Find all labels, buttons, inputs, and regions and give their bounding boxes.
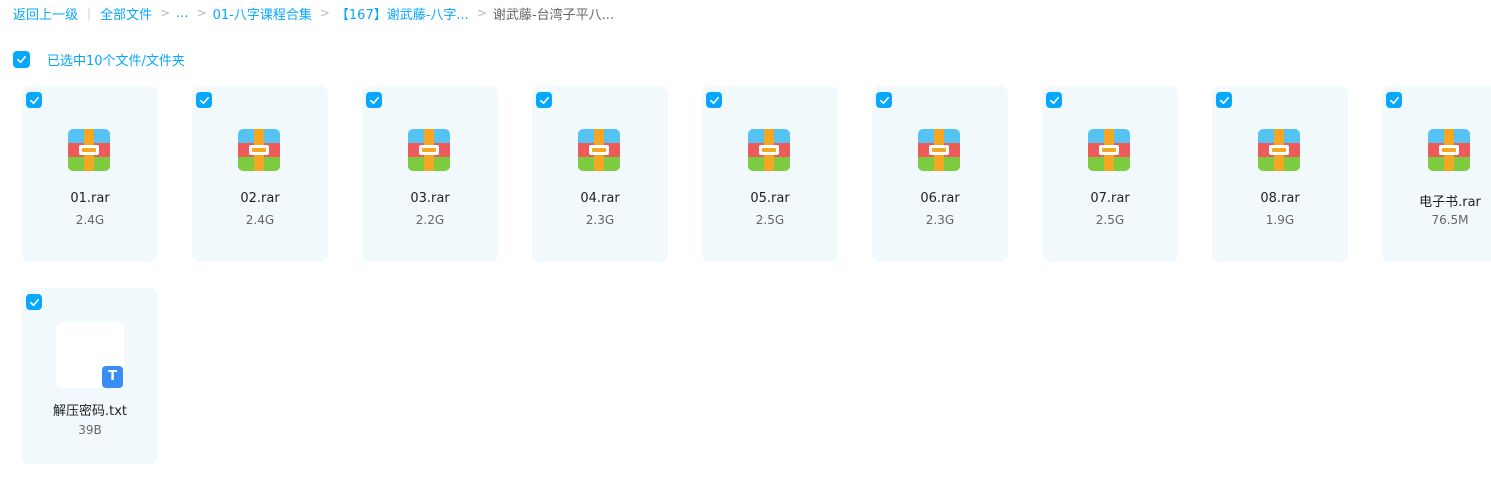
file-card[interactable]: 电子书.rar 76.5M bbox=[1382, 86, 1491, 262]
breadcrumb-level1[interactable]: 01-八字课程合集 bbox=[213, 4, 312, 23]
check-icon bbox=[1219, 96, 1229, 104]
selection-label: 已选中10个文件/文件夹 bbox=[47, 53, 185, 69]
rar-archive-icon bbox=[748, 129, 790, 171]
file-name: 解压密码.txt bbox=[52, 404, 128, 419]
txt-file-icon: T bbox=[56, 322, 124, 390]
file-card[interactable]: 05.rar 2.5G bbox=[702, 86, 838, 262]
file-checkbox[interactable] bbox=[26, 92, 42, 108]
back-link[interactable]: 返回上一级 bbox=[13, 4, 78, 23]
check-icon bbox=[29, 96, 39, 104]
file-name: 05.rar bbox=[750, 191, 790, 206]
rar-archive-icon bbox=[918, 129, 960, 171]
file-name: 02.rar bbox=[240, 191, 280, 206]
rar-archive-icon bbox=[1088, 129, 1130, 171]
check-icon bbox=[709, 96, 719, 104]
file-checkbox[interactable] bbox=[1386, 92, 1402, 108]
check-icon bbox=[17, 55, 26, 63]
select-all-checkbox[interactable] bbox=[13, 50, 30, 68]
file-card[interactable]: 08.rar 1.9G bbox=[1212, 86, 1348, 262]
file-size: 2.3G bbox=[585, 213, 615, 227]
file-size: 2.2G bbox=[415, 213, 445, 227]
file-size: 2.3G bbox=[925, 213, 955, 227]
file-size: 76.5M bbox=[1431, 213, 1469, 227]
file-size: 2.5G bbox=[755, 213, 785, 227]
file-name: 04.rar bbox=[580, 191, 620, 206]
file-checkbox[interactable] bbox=[536, 92, 552, 108]
breadcrumb-divider: | bbox=[87, 6, 92, 20]
txt-badge: T bbox=[102, 366, 123, 388]
check-icon bbox=[369, 96, 379, 104]
rar-archive-icon bbox=[408, 129, 450, 171]
check-icon bbox=[1389, 96, 1399, 104]
file-checkbox[interactable] bbox=[1046, 92, 1062, 108]
chevron-right-icon: > bbox=[319, 6, 330, 20]
file-size: 39B bbox=[78, 423, 102, 437]
file-checkbox[interactable] bbox=[1216, 92, 1232, 108]
rar-archive-icon bbox=[238, 129, 280, 171]
file-name: 03.rar bbox=[410, 191, 450, 206]
file-size: 2.4G bbox=[75, 213, 105, 227]
file-card[interactable]: 03.rar 2.2G bbox=[362, 86, 498, 262]
rar-archive-icon bbox=[68, 129, 110, 171]
rar-archive-icon bbox=[1258, 129, 1300, 171]
breadcrumb-level2[interactable]: 【167】谢武藤-八字... bbox=[336, 4, 469, 23]
check-icon bbox=[1049, 96, 1059, 104]
file-card[interactable]: 07.rar 2.5G bbox=[1042, 86, 1178, 262]
file-size: 2.5G bbox=[1095, 213, 1125, 227]
file-name: 07.rar bbox=[1090, 191, 1130, 206]
file-size: 1.9G bbox=[1265, 213, 1295, 227]
check-icon bbox=[539, 96, 549, 104]
file-name: 08.rar bbox=[1260, 191, 1300, 206]
selection-bar: 已选中10个文件/文件夹 bbox=[13, 50, 185, 69]
breadcrumb-ellipsis[interactable]: ... bbox=[176, 6, 188, 21]
breadcrumb-current: 谢武藤-台湾子平八... bbox=[492, 7, 614, 23]
chevron-right-icon: > bbox=[196, 6, 207, 20]
file-checkbox[interactable] bbox=[196, 92, 212, 108]
breadcrumb: 返回上一级 | 全部文件 > ... > 01-八字课程合集 > 【167】谢武… bbox=[13, 4, 614, 23]
file-card[interactable]: 04.rar 2.3G bbox=[532, 86, 668, 262]
file-checkbox[interactable] bbox=[26, 294, 42, 310]
check-icon bbox=[199, 96, 209, 104]
file-card[interactable]: 02.rar 2.4G bbox=[192, 86, 328, 262]
file-card[interactable]: 01.rar 2.4G bbox=[22, 86, 158, 262]
breadcrumb-all-files[interactable]: 全部文件 bbox=[100, 4, 152, 23]
file-checkbox[interactable] bbox=[706, 92, 722, 108]
chevron-right-icon: > bbox=[476, 6, 487, 20]
file-card[interactable]: 06.rar 2.3G bbox=[872, 86, 1008, 262]
file-checkbox[interactable] bbox=[366, 92, 382, 108]
file-size: 2.4G bbox=[245, 213, 275, 227]
chevron-right-icon: > bbox=[160, 6, 171, 20]
file-checkbox[interactable] bbox=[876, 92, 892, 108]
file-name: 电子书.rar bbox=[1419, 195, 1481, 210]
check-icon bbox=[879, 96, 889, 104]
rar-archive-icon bbox=[1428, 129, 1470, 171]
file-name: 01.rar bbox=[70, 191, 110, 206]
file-card[interactable]: T 解压密码.txt 39B bbox=[22, 288, 158, 464]
file-name: 06.rar bbox=[920, 191, 960, 206]
rar-archive-icon bbox=[578, 129, 620, 171]
check-icon bbox=[29, 298, 39, 306]
